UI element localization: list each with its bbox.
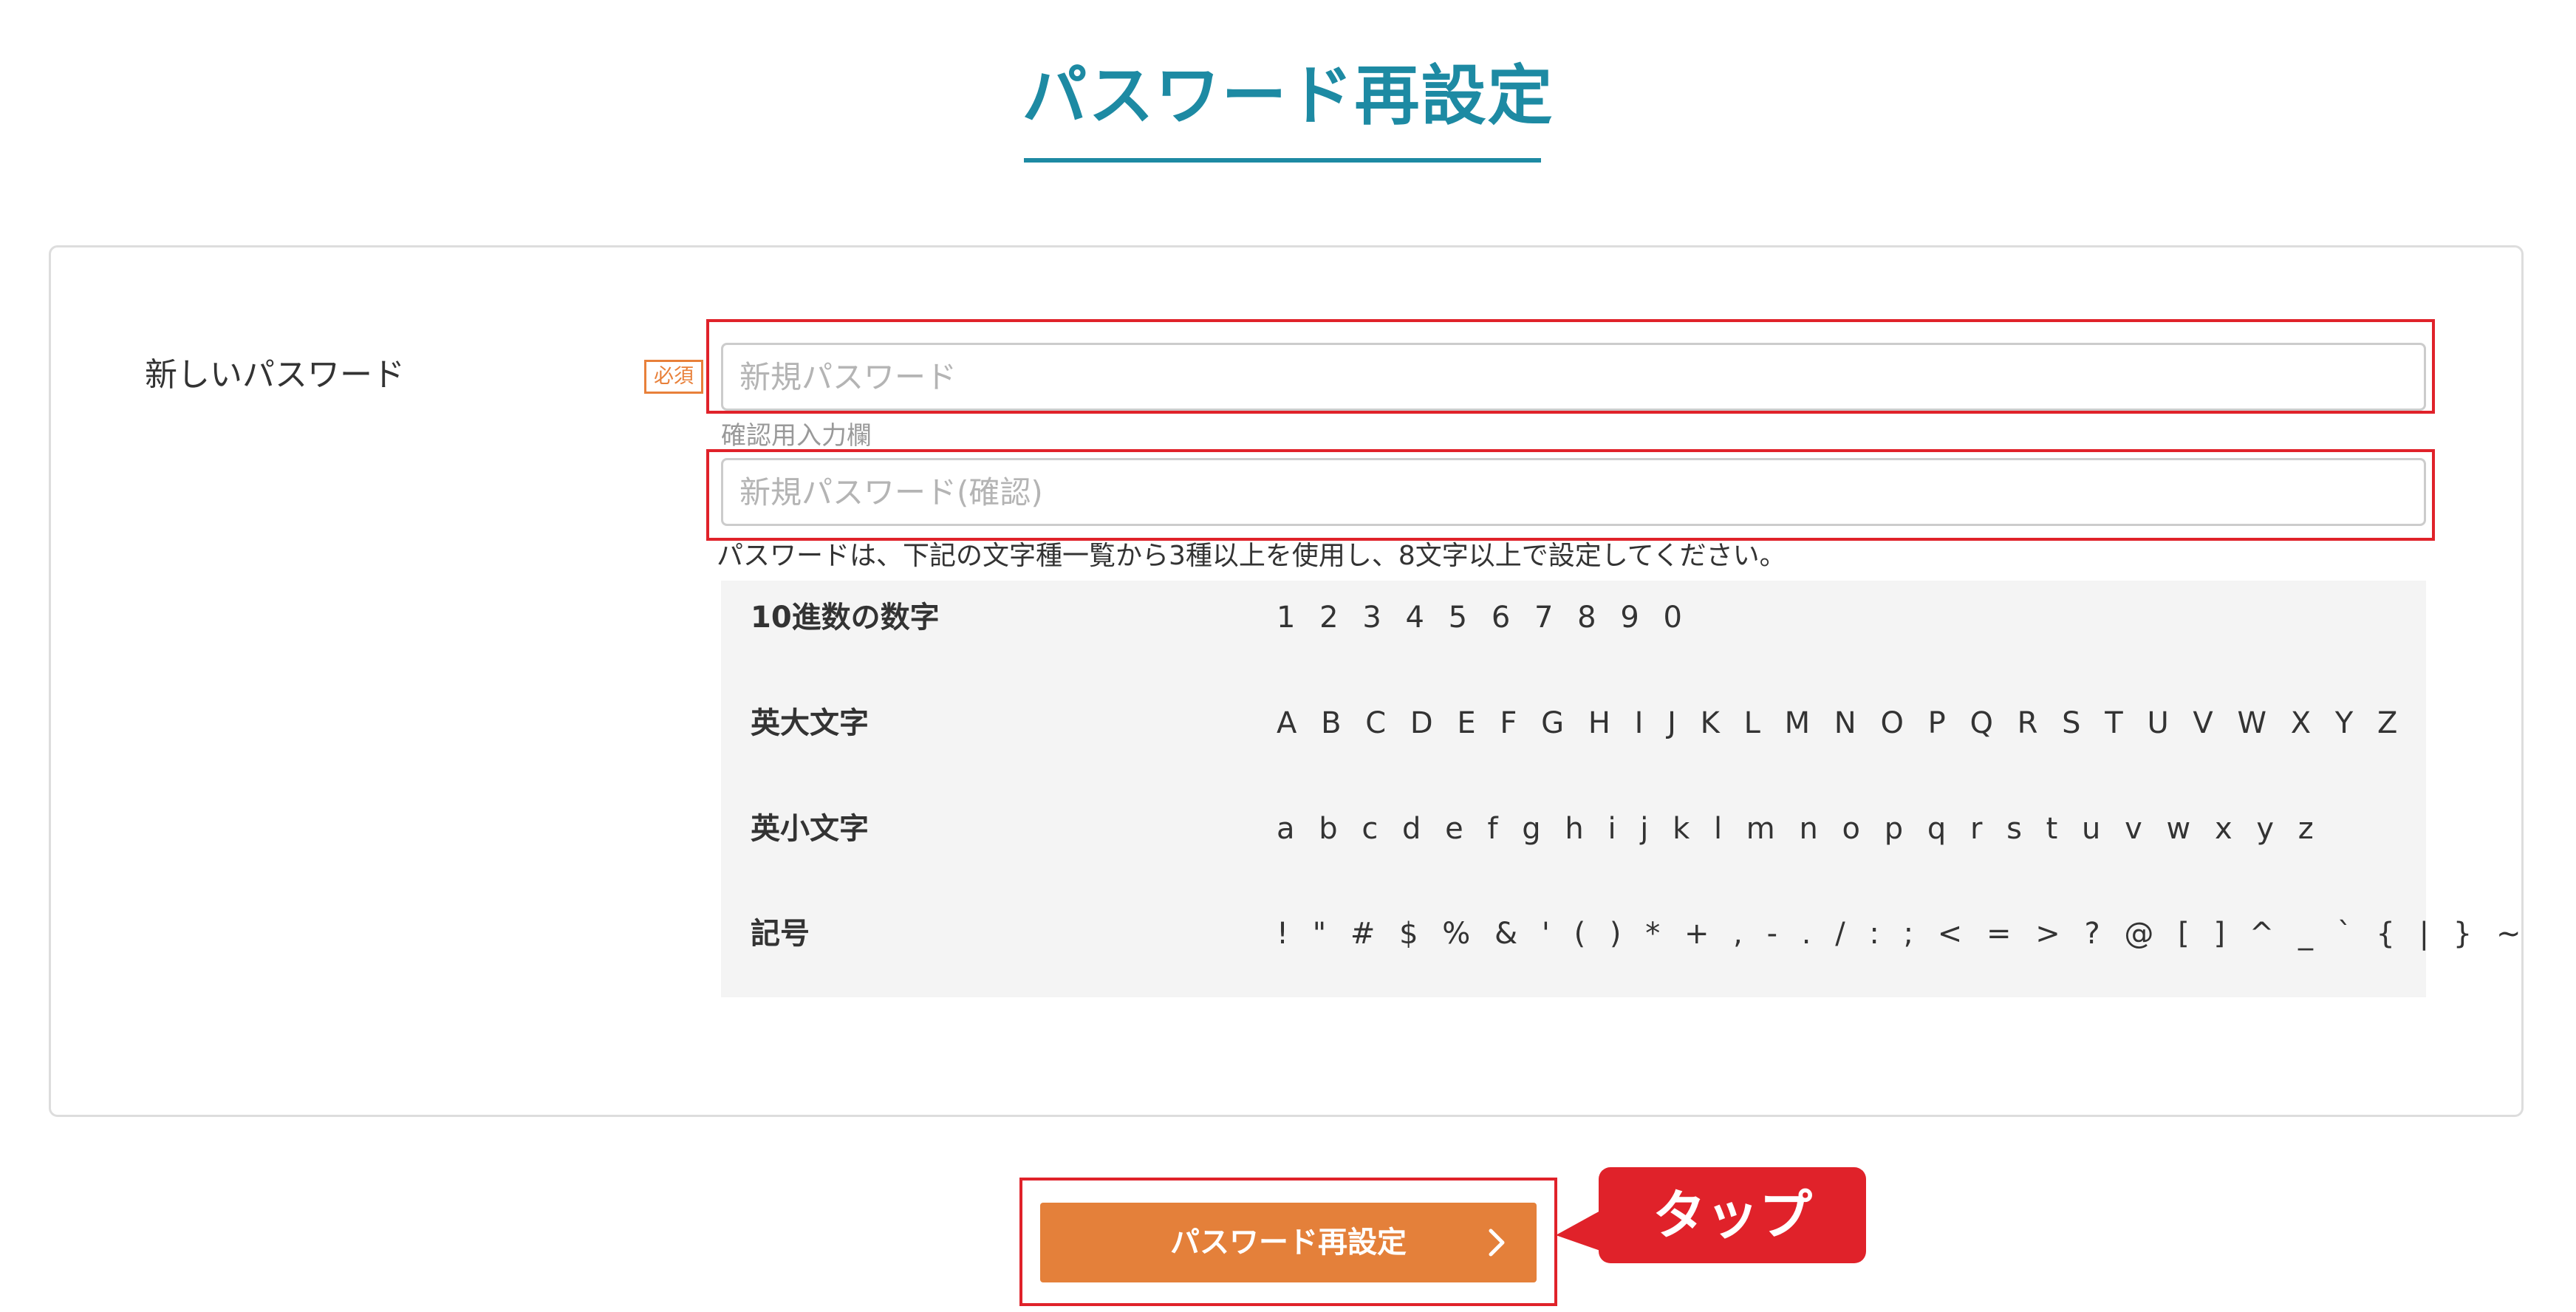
char-type-row-symbols: 記号 ! " # $ % & ' ( ) * + , - . / : ; < =…	[721, 897, 2521, 971]
tap-label: タップ	[1652, 1184, 1812, 1246]
char-type-label: 英小文字	[751, 812, 869, 846]
char-type-row-uppercase: 英大文字 A B C D E F G H I J K L M N O P Q R…	[721, 686, 2426, 760]
password-rule-text: パスワードは、下記の文字種一覧から3種以上を使用し、8文字以上で設定してください…	[717, 541, 1786, 571]
page-title: パスワード再設定	[1022, 58, 1554, 134]
char-type-label: 記号	[751, 917, 810, 951]
reset-password-button-label: パスワード再設定	[1170, 1226, 1407, 1260]
title-underline	[1024, 158, 1541, 163]
required-badge: 必須	[644, 360, 703, 394]
char-type-chars: A B C D E F G H I J K L M N O P Q R S T …	[1277, 706, 2405, 740]
tap-callout: タップ	[1556, 1167, 1866, 1285]
char-type-chars: ! " # $ % & ' ( ) * + , - . / : ; < = > …	[1277, 917, 2529, 951]
char-type-row-digits: 10進数の数字 1 2 3 4 5 6 7 8 9 0	[721, 581, 2426, 655]
char-type-label: 10進数の数字	[751, 601, 940, 635]
char-type-label: 英大文字	[751, 706, 869, 740]
chevron-right-icon	[1476, 1222, 1517, 1263]
confirm-caption: 確認用入力欄	[721, 421, 872, 451]
char-type-chars: 1 2 3 4 5 6 7 8 9 0	[1277, 601, 1690, 635]
new-password-label: 新しいパスワード	[145, 356, 405, 394]
reset-password-button[interactable]: パスワード再設定	[1040, 1203, 1537, 1282]
char-type-row-lowercase: 英小文字 a b c d e f g h i j k l m n o p q r…	[721, 792, 2426, 866]
char-type-table: 10進数の数字 1 2 3 4 5 6 7 8 9 0 英大文字 A B C D…	[721, 581, 2521, 997]
new-password-input[interactable]	[721, 343, 2426, 411]
confirm-password-input[interactable]	[721, 458, 2426, 526]
char-type-chars: a b c d e f g h i j k l m n o p q r s t …	[1277, 812, 2321, 846]
